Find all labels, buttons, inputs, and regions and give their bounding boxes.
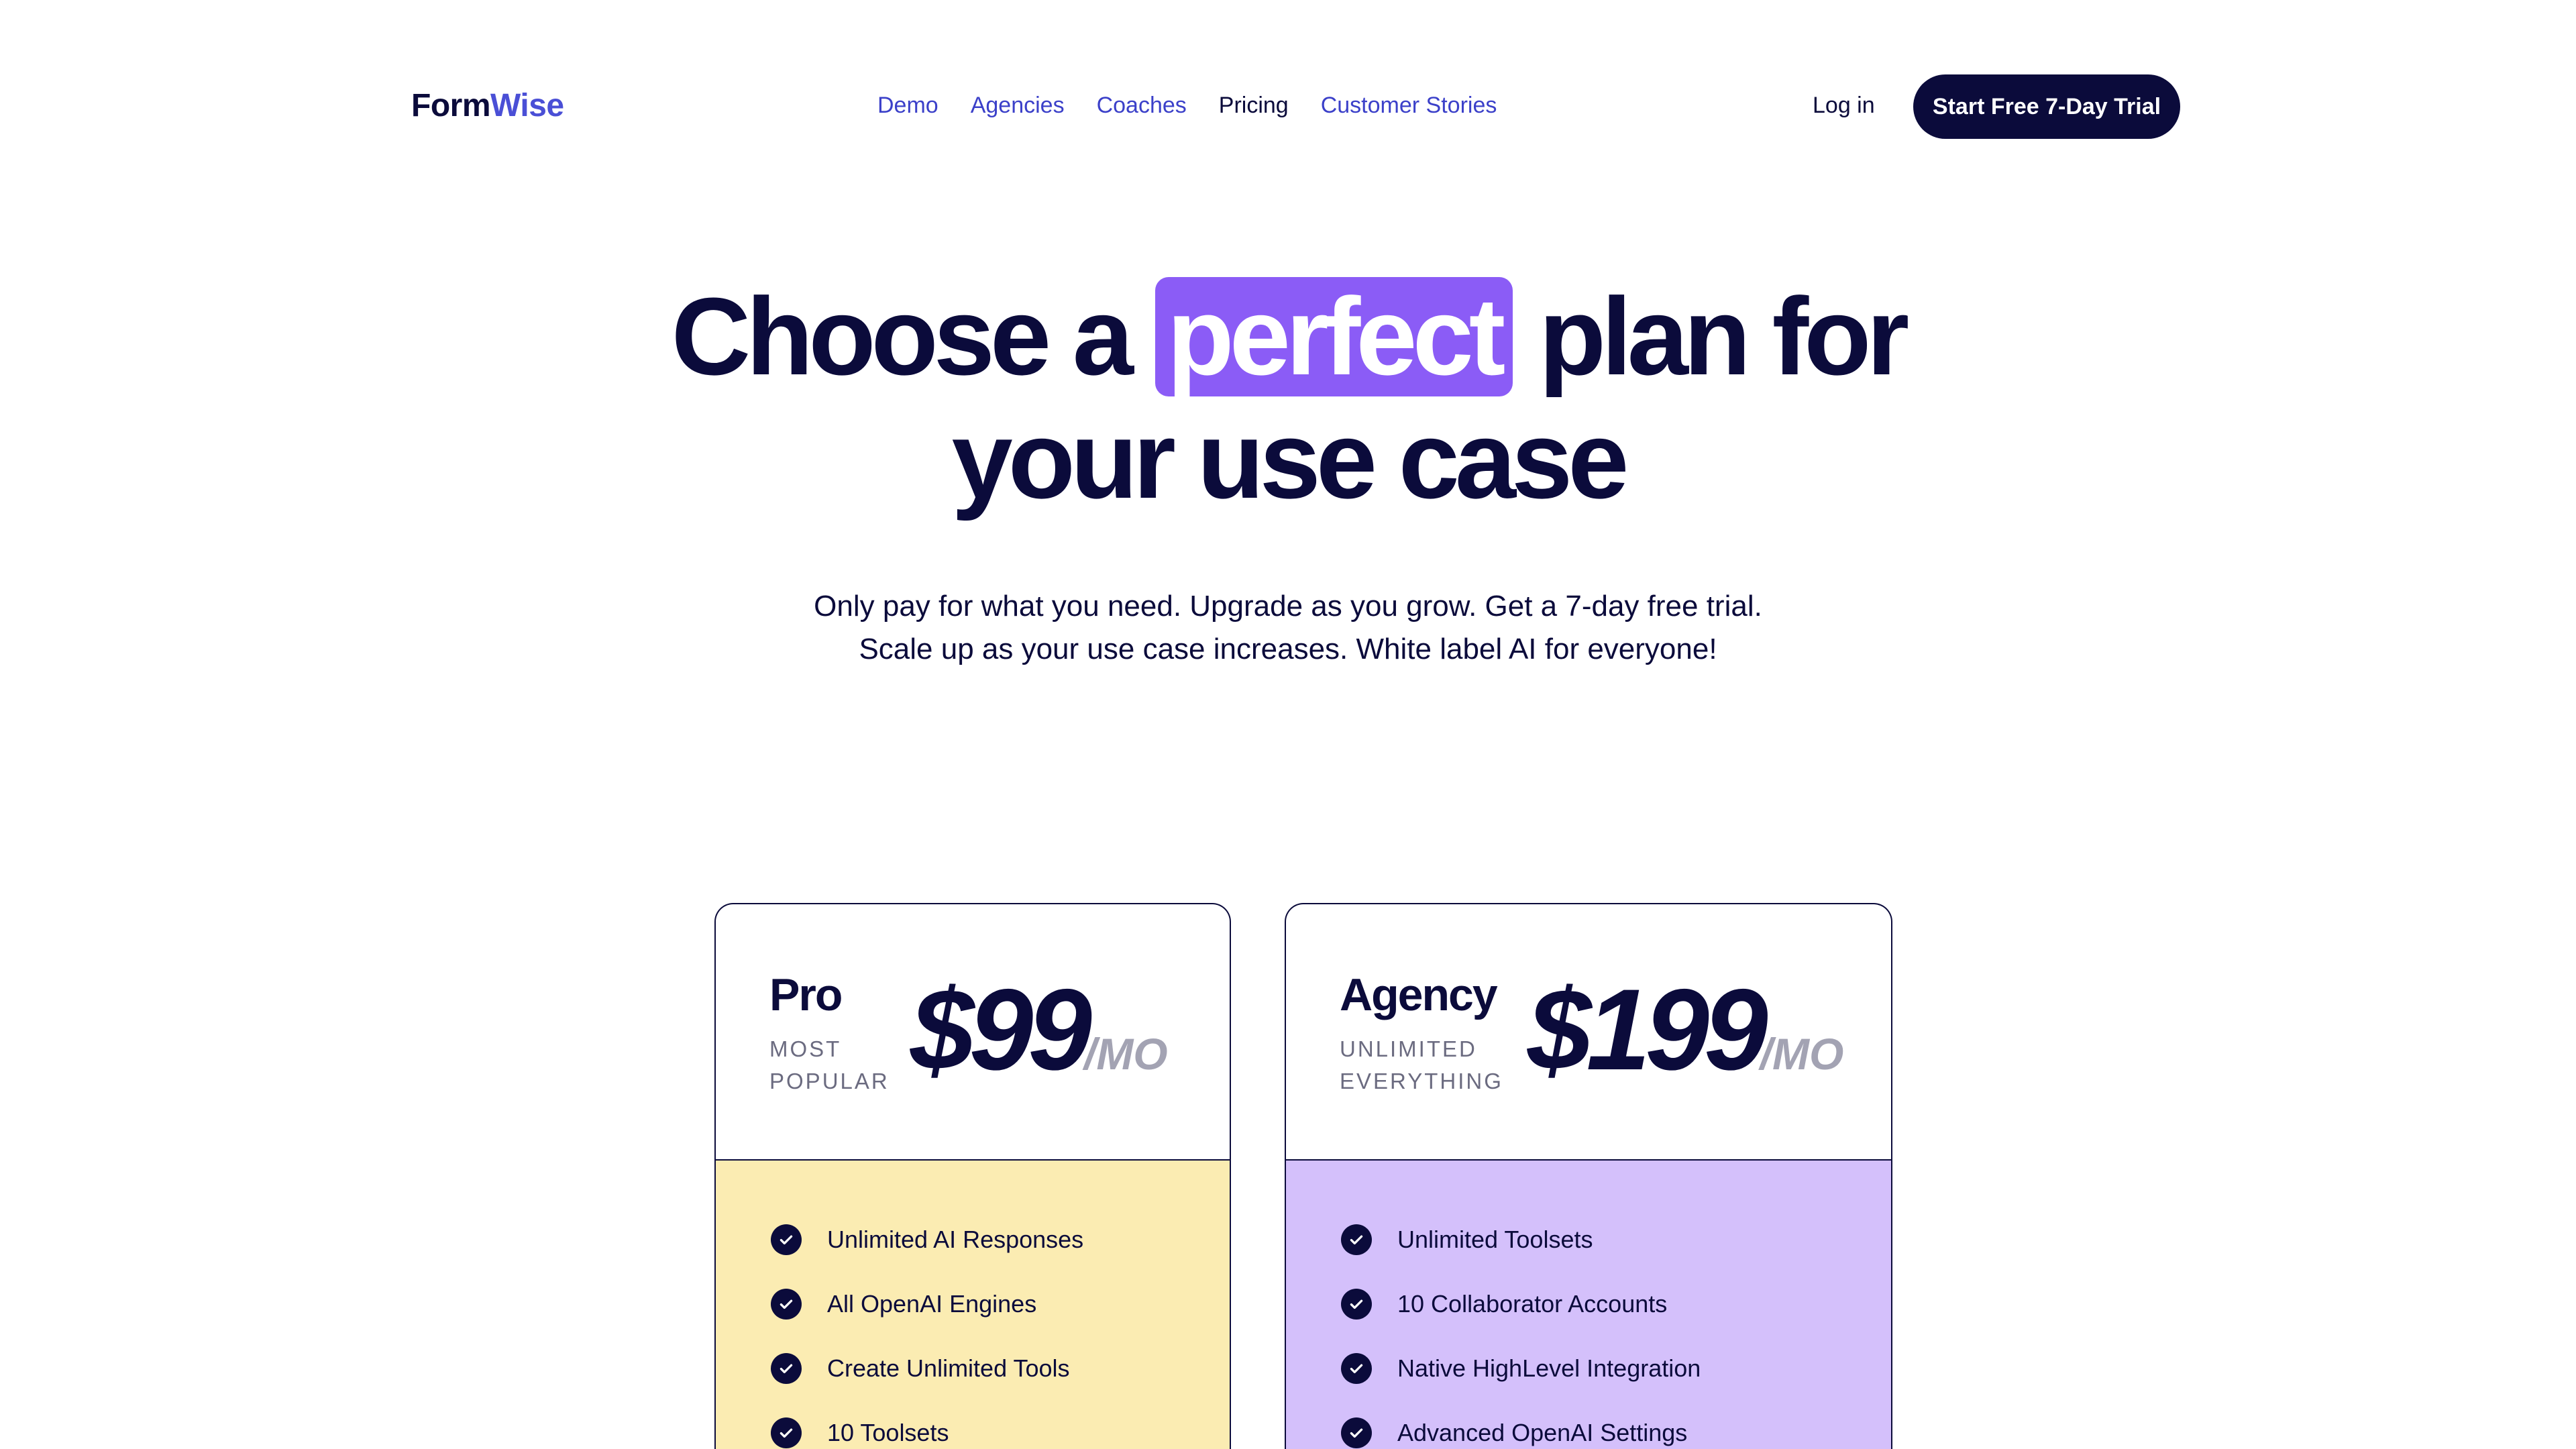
nav-link-demo[interactable]: Demo <box>877 93 938 119</box>
check-circle-icon <box>1341 1417 1372 1448</box>
feature-label: Native HighLevel Integration <box>1397 1354 1701 1382</box>
check-circle-icon <box>771 1224 802 1255</box>
check-circle-icon <box>1341 1353 1372 1384</box>
price-amount: $199 <box>1527 965 1768 1094</box>
pricing-card-pro: Pro Most Popular $99/MO Unlimited AI Res… <box>714 903 1231 1449</box>
feature-label: Unlimited AI Responses <box>827 1226 1084 1253</box>
check-circle-icon <box>1341 1224 1372 1255</box>
feature-list: Unlimited AI Responses All OpenAI Engine… <box>716 1161 1230 1449</box>
feature-label: 10 Toolsets <box>827 1419 949 1446</box>
plan-name: Agency <box>1340 969 1498 1020</box>
feature-item: 10 Collaborator Accounts <box>1286 1272 1891 1336</box>
logo-text-wise: Wise <box>490 88 564 123</box>
plan-tag: Most Popular <box>769 1033 890 1097</box>
plan-tag-line-1: Unlimited <box>1340 1036 1477 1061</box>
hero-title: Choose a perfect plan for your use case <box>0 275 2576 522</box>
hero-subtitle: Only pay for what you need. Upgrade as y… <box>0 585 2576 671</box>
feature-item: 10 Toolsets <box>716 1401 1230 1449</box>
check-circle-icon <box>771 1417 802 1448</box>
check-circle-icon <box>771 1289 802 1320</box>
site-header: FormWise Demo Agencies Coaches Pricing C… <box>0 0 2576 215</box>
feature-item: Native HighLevel Integration <box>1286 1336 1891 1401</box>
feature-item: All OpenAI Engines <box>716 1272 1230 1336</box>
nav-link-agencies[interactable]: Agencies <box>971 93 1065 119</box>
check-circle-icon <box>771 1353 802 1384</box>
feature-item: Unlimited AI Responses <box>716 1208 1230 1272</box>
formwise-logo[interactable]: FormWise <box>411 87 564 124</box>
plan-name: Pro <box>769 969 843 1020</box>
check-circle-icon <box>1341 1289 1372 1320</box>
plan-tag-line-2: Everything <box>1340 1069 1503 1093</box>
pricing-card-header: Pro Most Popular $99/MO <box>716 904 1230 1161</box>
pricing-card-agency: Agency Unlimited Everything $199/MO Unli… <box>1285 903 1892 1449</box>
feature-label: Create Unlimited Tools <box>827 1354 1070 1382</box>
nav-link-pricing[interactable]: Pricing <box>1219 93 1289 119</box>
hero-title-line-2: your use case <box>951 398 1629 521</box>
price-amount: $99 <box>910 965 1092 1094</box>
feature-label: Unlimited Toolsets <box>1397 1226 1593 1253</box>
nav-link-customer-stories[interactable]: Customer Stories <box>1321 93 1497 119</box>
plan-price: $199/MO <box>1527 966 1843 1093</box>
main-nav: Demo Agencies Coaches Pricing Customer S… <box>877 93 1497 119</box>
plan-tag-line-1: Most <box>769 1036 842 1061</box>
logo-text-form: Form <box>411 88 491 123</box>
plan-price: $99/MO <box>910 966 1168 1093</box>
feature-list: Unlimited Toolsets 10 Collaborator Accou… <box>1286 1161 1891 1449</box>
feature-item: Create Unlimited Tools <box>716 1336 1230 1401</box>
hero-subtitle-line-1: Only pay for what you need. Upgrade as y… <box>814 590 1762 623</box>
feature-item: Unlimited Toolsets <box>1286 1208 1891 1272</box>
plan-tag: Unlimited Everything <box>1340 1033 1503 1097</box>
plan-tag-line-2: Popular <box>769 1069 890 1093</box>
hero-title-post: plan for <box>1538 275 1909 398</box>
hero-title-pre: Choose a <box>671 275 1134 398</box>
hero-title-highlight: perfect <box>1155 277 1513 396</box>
feature-item: Advanced OpenAI Settings <box>1286 1401 1891 1449</box>
pricing-card-header: Agency Unlimited Everything $199/MO <box>1286 904 1891 1161</box>
hero-title-line-1: Choose a perfect plan for <box>0 275 2576 398</box>
nav-link-coaches[interactable]: Coaches <box>1097 93 1187 119</box>
hero-subtitle-line-2: Scale up as your use case increases. Whi… <box>859 633 1717 665</box>
start-trial-button[interactable]: Start Free 7-Day Trial <box>1913 74 2180 139</box>
feature-label: 10 Collaborator Accounts <box>1397 1290 1668 1318</box>
price-period: /MO <box>1760 1029 1844 1079</box>
feature-label: All OpenAI Engines <box>827 1290 1037 1318</box>
price-period: /MO <box>1083 1029 1168 1079</box>
feature-label: Advanced OpenAI Settings <box>1397 1419 1688 1446</box>
login-link[interactable]: Log in <box>1813 93 1875 119</box>
